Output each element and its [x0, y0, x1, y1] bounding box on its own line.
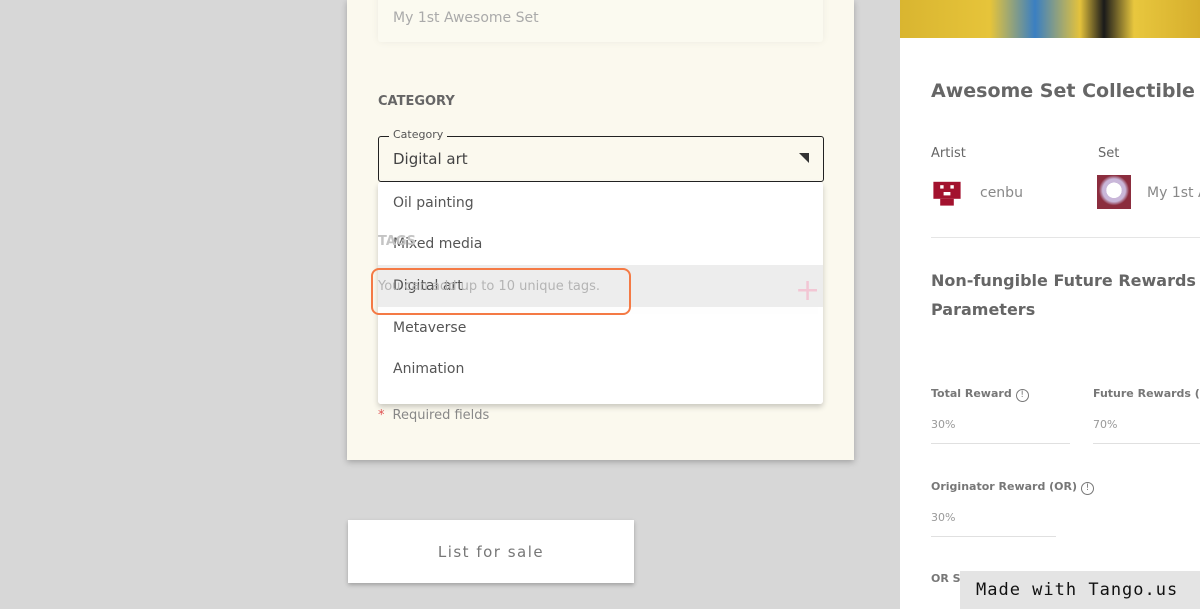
set-thumbnail[interactable]: [1097, 175, 1131, 209]
set-name-input[interactable]: My 1st Awesome Set: [378, 0, 823, 42]
total-reward-label-text: Total Reward: [931, 387, 1012, 400]
category-option-oil-painting[interactable]: Oil painting: [378, 182, 823, 224]
dropdown-arrow-icon: [799, 153, 809, 163]
collectible-preview-card: Awesome Set Collectible 1 Artist Set cen…: [900, 0, 1200, 609]
artist-avatar[interactable]: [930, 175, 964, 209]
required-fields-note: * Required fields: [378, 408, 489, 423]
click-highlight-box: [371, 268, 631, 315]
artwork-image: [900, 0, 1200, 38]
future-rewards-underline: [1093, 443, 1200, 444]
nfr-heading: Non-fungible Future Rewards ( Parameters: [931, 266, 1200, 324]
category-select-label: Category: [389, 128, 448, 141]
info-icon[interactable]: !: [1015, 389, 1029, 402]
category-option-mixed-media[interactable]: Mixed media: [378, 224, 823, 266]
category-option-animation[interactable]: Animation: [378, 348, 823, 390]
tango-watermark: Made with Tango.us: [960, 571, 1200, 609]
category-select-value: Digital art: [393, 150, 468, 168]
total-reward-underline: [931, 443, 1070, 444]
required-asterisk: *: [378, 408, 385, 423]
set-label: Set: [1098, 146, 1120, 161]
total-reward-label: Total Reward!: [931, 387, 1029, 402]
nfr-heading-line1: Non-fungible Future Rewards (: [931, 271, 1200, 290]
originator-reward-label-text: Originator Reward (OR): [931, 480, 1078, 493]
category-select[interactable]: Category Digital art: [378, 128, 824, 182]
set-name[interactable]: My 1st A: [1147, 185, 1200, 201]
list-for-sale-button[interactable]: List for sale: [348, 520, 634, 583]
artist-name[interactable]: cenbu: [980, 185, 1023, 201]
artist-label: Artist: [931, 146, 966, 161]
collectible-title: Awesome Set Collectible 1: [931, 80, 1200, 102]
category-heading: CATEGORY: [378, 94, 455, 109]
future-rewards-value: 70%: [1093, 418, 1118, 431]
info-icon[interactable]: !: [1081, 482, 1095, 495]
future-rewards-label: Future Rewards (F: [1093, 387, 1200, 400]
or-split-label: OR S: [931, 572, 961, 585]
divider: [931, 237, 1200, 238]
originator-reward-value: 30%: [931, 511, 956, 524]
originator-reward-label: Originator Reward (OR)!: [931, 480, 1095, 495]
originator-reward-underline: [931, 536, 1056, 537]
required-fields-text: Required fields: [392, 408, 490, 423]
total-reward-value: 30%: [931, 418, 956, 431]
nfr-heading-line2: Parameters: [931, 300, 1036, 319]
